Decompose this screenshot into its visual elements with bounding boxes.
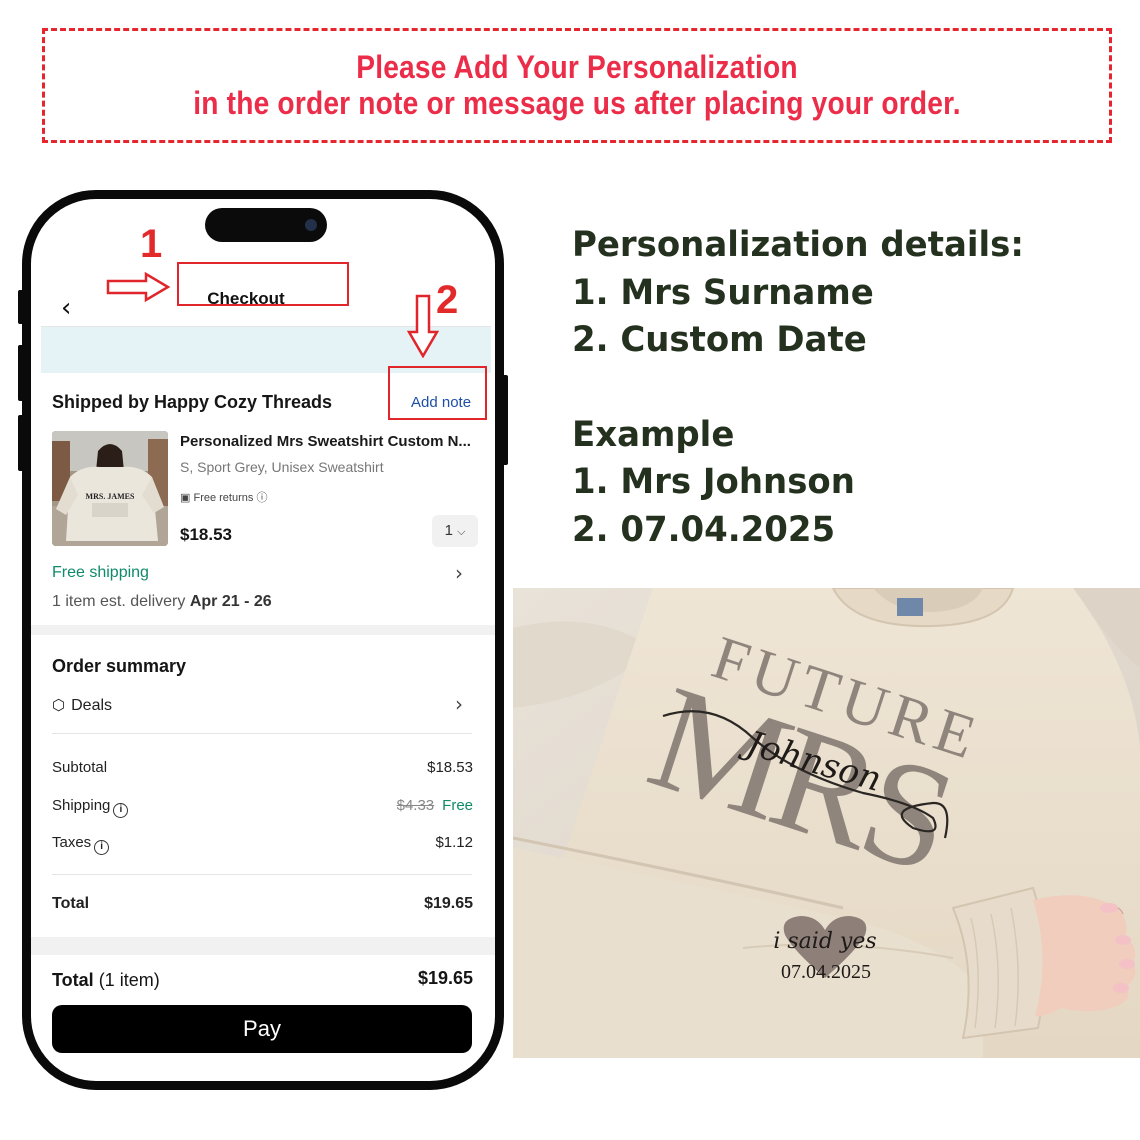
deals-row[interactable]: ⬡ Deals <box>52 696 112 715</box>
footer-total: Total (1 item) <box>52 970 160 991</box>
checkout-highlight-box <box>177 262 349 306</box>
taxes-value: $1.12 <box>435 834 473 851</box>
sweatshirt-photo: FUTURE MRS Johnson i said yes 07.04.2025 <box>513 588 1140 1058</box>
free-returns-badge: ▣ Free returns ⓘ <box>180 489 267 505</box>
return-box-icon: ▣ <box>180 492 191 504</box>
example-item-1: 1. Mrs Johnson <box>572 462 855 502</box>
product-price: $18.53 <box>180 525 232 544</box>
free-returns-label: Free returns <box>193 492 254 504</box>
subtotal-value: $18.53 <box>427 759 473 776</box>
personalization-banner: Please Add Your Personalization in the o… <box>42 28 1112 143</box>
product-title[interactable]: Personalized Mrs Sweatshirt Custom N... <box>180 433 480 450</box>
right-arrow-icon <box>106 272 170 302</box>
shipping-label: Shipping <box>52 797 111 814</box>
product-thumbnail[interactable]: MRS. JAMES <box>52 431 168 546</box>
footer-total-label: Total <box>52 970 94 990</box>
print-said-yes: i said yes <box>773 929 876 954</box>
down-arrow-icon <box>406 294 440 358</box>
add-note-highlight-box <box>388 366 487 420</box>
details-item-1: 1. Mrs Surname <box>572 272 874 313</box>
taxes-label: Taxes <box>52 834 92 851</box>
total-label: Total <box>52 895 90 912</box>
chevron-right-icon[interactable]: › <box>455 692 463 716</box>
details-heading: Personalization details: <box>572 225 1024 265</box>
seller-title: Shipped by Happy Cozy Threads <box>52 392 333 412</box>
personalization-details: Personalization details: 1. Mrs Surname … <box>572 222 1024 554</box>
delivery-estimate: 1 item est. delivery Apr 21 - 26 <box>52 593 272 611</box>
quantity-selector[interactable]: 1 ⌵ <box>432 515 478 547</box>
shipping-row-label: Shipping i <box>52 797 129 818</box>
free-shipping-label[interactable]: Free shipping <box>52 564 149 582</box>
info-icon[interactable]: i <box>94 840 110 855</box>
subtotal-label: Subtotal <box>52 759 108 776</box>
back-chevron-icon[interactable]: ‹ <box>61 293 71 323</box>
shipping-value: $4.33 Free <box>397 797 473 814</box>
shipping-free: Free <box>442 797 473 814</box>
pay-button[interactable]: Pay <box>52 1005 472 1053</box>
summary-divider <box>52 874 472 875</box>
quantity-value: 1 <box>444 522 453 539</box>
section-spacer <box>31 937 495 955</box>
delivery-dates: Apr 21 - 26 <box>189 593 272 610</box>
example-item-2: 2. 07.04.2025 <box>572 509 836 550</box>
summary-divider <box>52 733 472 734</box>
banner-line-2: in the order note or message us after pl… <box>193 85 961 121</box>
details-item-2: 2. Custom Date <box>572 320 867 360</box>
footer-total-items: (1 item) <box>98 970 160 990</box>
chevron-right-icon[interactable]: › <box>455 561 463 585</box>
taxes-row-label: Taxes i <box>52 834 110 855</box>
order-summary-title: Order summary <box>52 656 187 676</box>
example-heading: Example <box>572 414 735 455</box>
info-icon[interactable]: ⓘ <box>256 492 267 504</box>
tag-icon: ⬡ <box>52 696 66 714</box>
total-value: $19.65 <box>424 895 473 912</box>
step-1-number: 1 <box>140 222 163 266</box>
chevron-down-icon: ⌵ <box>457 526 466 538</box>
footer-total-value: $19.65 <box>417 968 473 988</box>
product-variant: S, Sport Grey, Unisex Sweatshirt <box>180 459 384 475</box>
shipping-original-price: $4.33 <box>396 797 435 814</box>
banner-line-1: Please Add Your Personalization <box>356 49 798 85</box>
delivery-prefix: 1 item est. delivery <box>52 593 190 610</box>
info-icon[interactable]: i <box>113 803 129 818</box>
deals-label: Deals <box>71 697 113 714</box>
details-spacer <box>572 365 1024 412</box>
thumbnail-print-text: MRS. JAMES <box>86 492 135 501</box>
section-spacer <box>31 625 495 635</box>
print-date: 07.04.2025 <box>781 961 871 983</box>
